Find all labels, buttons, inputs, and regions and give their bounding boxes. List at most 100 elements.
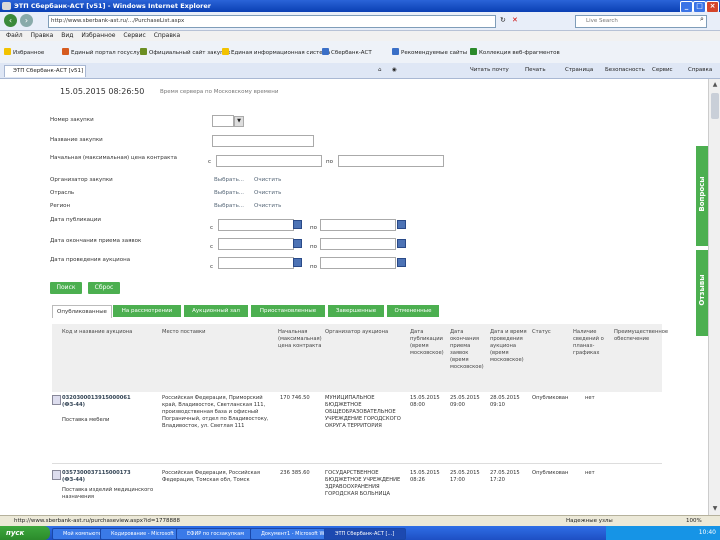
task-button[interactable]: Кодирование - Microsoft ... xyxy=(100,528,184,540)
scroll-down-icon[interactable]: ▼ xyxy=(711,505,719,513)
menu-view[interactable]: Вид xyxy=(61,32,73,39)
feeds-icon[interactable]: ◉ xyxy=(392,67,397,73)
aucdate-to-input[interactable] xyxy=(320,257,396,269)
document-icon[interactable] xyxy=(52,470,61,480)
cmd-security[interactable]: Безопасность xyxy=(605,67,645,73)
row-code[interactable]: 0320300013915000061 (ФЗ-44) xyxy=(62,395,154,409)
search-icon[interactable]: ⌕ xyxy=(700,15,704,24)
vertical-scrollbar[interactable]: ▲ ▼ xyxy=(708,79,720,515)
calendar-icon[interactable] xyxy=(397,239,406,248)
browser-tab[interactable]: ЭТП Сбербанк-АСТ [v51] xyxy=(4,65,86,77)
price-to-input[interactable] xyxy=(338,155,444,167)
favorite-item[interactable]: Избранное xyxy=(4,48,44,56)
tab-published[interactable]: Опубликованные xyxy=(52,305,112,318)
menu-tools[interactable]: Сервис xyxy=(123,32,145,39)
filter-label-organizer: Организатор закупки xyxy=(50,177,113,183)
col-organizer: Организатор аукциона xyxy=(325,329,389,335)
server-time-label: Время сервера по Московскому времени xyxy=(160,89,279,95)
cmd-page[interactable]: Страница xyxy=(565,67,593,73)
search-button[interactable]: Поиск xyxy=(50,282,82,294)
name-input[interactable] xyxy=(212,135,314,147)
favorite-item[interactable]: Сбербанк-АСТ xyxy=(322,48,372,56)
favorite-item[interactable]: Коллекция веб-фрагментов xyxy=(470,48,560,56)
reset-button[interactable]: Сброс xyxy=(88,282,120,294)
organizer-choose-link[interactable]: Выбрать... xyxy=(214,177,244,183)
favorite-item[interactable]: Рекомендуемые сайты xyxy=(392,48,467,56)
menu-favorites[interactable]: Избранное xyxy=(81,32,115,39)
taskbar: пуск Мой компьютер Кодирование - Microso… xyxy=(0,526,720,540)
refresh-icon[interactable]: ↻ xyxy=(500,16,506,24)
home-icon[interactable]: ⌂ xyxy=(378,67,382,73)
address-bar: ‹ › http://www.sberbank-ast.ru/.../Purch… xyxy=(0,12,720,31)
favorites-bar: Избранное Единый портал госуслуг Официал… xyxy=(0,41,720,64)
industry-choose-link[interactable]: Выбрать... xyxy=(214,190,244,196)
calendar-icon[interactable] xyxy=(293,258,302,267)
filter-label-pubdate: Дата публикации xyxy=(50,217,101,223)
ie-icon xyxy=(2,2,11,10)
region-choose-link[interactable]: Выбрать... xyxy=(214,203,244,209)
scroll-up-icon[interactable]: ▲ xyxy=(711,81,719,89)
from-label: с xyxy=(210,225,214,231)
row-enddate: 25.05.2015 09:00 xyxy=(450,395,480,408)
cmd-help[interactable]: Справка xyxy=(688,67,712,73)
search-input[interactable]: Live Search xyxy=(575,15,707,28)
task-button[interactable]: ЕФИР по госзакупкам xyxy=(176,528,258,540)
row-enddate: 25.05.2015 17:00 xyxy=(450,470,480,483)
tab-suspended[interactable]: Приостановленные xyxy=(251,305,325,317)
chevron-down-icon[interactable]: ▼ xyxy=(234,116,244,127)
industry-clear-link[interactable]: Очистить xyxy=(254,190,281,196)
page-icon xyxy=(392,48,399,55)
cmd-tools[interactable]: Сервис xyxy=(652,67,673,73)
start-button[interactable]: пуск xyxy=(0,526,50,540)
aucdate-from-input[interactable] xyxy=(218,257,294,269)
pubdate-from-input[interactable] xyxy=(218,219,294,231)
stop-icon[interactable]: ✕ xyxy=(512,16,518,24)
enddate-from-input[interactable] xyxy=(218,238,294,250)
calendar-icon[interactable] xyxy=(293,220,302,229)
url-input[interactable]: http://www.sberbank-ast.ru/.../PurchaseL… xyxy=(48,15,496,28)
menu-file[interactable]: Файл xyxy=(6,32,23,39)
document-icon[interactable] xyxy=(52,395,61,405)
task-button[interactable]: Документ1 - Microsoft Word xyxy=(250,528,332,540)
price-from-input[interactable] xyxy=(216,155,322,167)
organizer-clear-link[interactable]: Очистить xyxy=(254,177,281,183)
region-clear-link[interactable]: Очистить xyxy=(254,203,281,209)
side-tab-reviews[interactable]: Отзывы xyxy=(696,250,708,336)
row-pubdate: 15.05.2015 08:00 xyxy=(410,395,440,408)
scroll-thumb[interactable] xyxy=(711,93,719,119)
clock: 10:40 xyxy=(698,529,716,536)
forward-button[interactable]: › xyxy=(20,14,33,27)
filter-label-region: Регион xyxy=(50,203,71,209)
star-icon xyxy=(4,48,11,55)
cmd-read-mail[interactable]: Читать почту xyxy=(470,67,509,73)
to-label: по xyxy=(310,264,317,270)
favorite-item[interactable]: Единая информационная система xyxy=(222,48,330,56)
enddate-to-input[interactable] xyxy=(320,238,396,250)
favorite-item[interactable]: Официальный сайт закупок xyxy=(140,48,230,56)
calendar-icon[interactable] xyxy=(397,220,406,229)
to-label: по xyxy=(326,159,333,165)
pubdate-to-input[interactable] xyxy=(320,219,396,231)
side-tab-questions[interactable]: Вопросы xyxy=(696,146,708,246)
row-code[interactable]: 0357300037115000173 (ФЗ-44) xyxy=(62,470,154,484)
tab-cancelled[interactable]: Отмененные xyxy=(387,305,439,317)
menu-bar: Файл Правка Вид Избранное Сервис Справка xyxy=(0,31,720,41)
row-status: Опубликован xyxy=(532,470,569,476)
server-datetime: 15.05.2015 08:26:50 xyxy=(60,87,145,96)
row-price: 236 385.60 xyxy=(280,470,310,476)
number-select[interactable] xyxy=(212,115,234,127)
calendar-icon[interactable] xyxy=(293,239,302,248)
filter-label-industry: Отрасль xyxy=(50,190,75,196)
menu-edit[interactable]: Правка xyxy=(31,32,54,39)
favorite-item[interactable]: Единый портал госуслуг xyxy=(62,48,143,56)
menu-help[interactable]: Справка xyxy=(154,32,180,39)
col-aucdate: Дата и время проведения аукциона (время … xyxy=(490,329,527,363)
tab-auction-hall[interactable]: Аукционный зал xyxy=(184,305,248,317)
filter-label-aucdate: Дата проведения аукциона xyxy=(50,257,131,263)
calendar-icon[interactable] xyxy=(397,258,406,267)
back-button[interactable]: ‹ xyxy=(4,14,17,27)
tab-review[interactable]: На рассмотрении xyxy=(113,305,181,317)
cmd-print[interactable]: Печать xyxy=(525,67,546,73)
task-button[interactable]: ЭТП Сбербанк-АСТ [...] xyxy=(324,528,406,540)
tab-completed[interactable]: Завершенные xyxy=(328,305,384,317)
